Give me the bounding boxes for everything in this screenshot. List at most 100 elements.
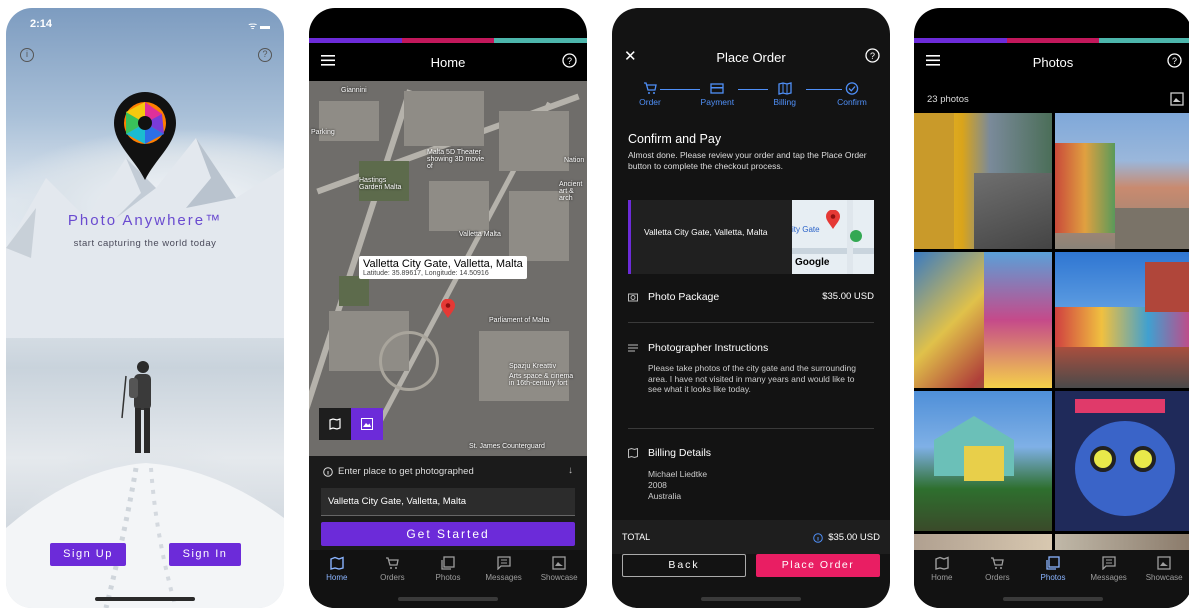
billing-label: Billing Details [648, 447, 712, 459]
photo-count: 23 photos [927, 94, 969, 105]
notes-icon [628, 344, 638, 352]
photos-icon [1046, 556, 1060, 570]
tab-home[interactable]: Home [915, 556, 969, 608]
map-icon [329, 418, 341, 430]
info-icon[interactable]: i [20, 48, 34, 62]
cart-icon [644, 82, 657, 94]
step-billing[interactable]: Billing [757, 82, 813, 116]
photo-thumbnail[interactable] [914, 113, 1052, 249]
photo-thumbnail[interactable] [914, 252, 1052, 388]
page-title: Home [430, 54, 466, 70]
info-icon[interactable] [813, 532, 824, 543]
svg-text:?: ? [870, 51, 875, 61]
section-intro: Almost done. Please review your order an… [628, 150, 867, 171]
checkout-stepper: Order Payment Billing Confirm [622, 82, 880, 116]
help-icon[interactable]: ? [1167, 53, 1182, 68]
message-icon [1101, 556, 1116, 570]
location-pin-icon[interactable] [441, 299, 455, 319]
map-label: Malta 5D Theater showing 3D movie of [427, 149, 485, 170]
tab-showcase[interactable]: Showcase [1137, 556, 1189, 608]
total-bar: TOTAL $35.00 USD [612, 520, 890, 554]
status-time: 2:14 [30, 18, 53, 30]
step-payment[interactable]: Payment [689, 82, 745, 116]
billing-postcode: 2008 [648, 480, 667, 490]
map-icon [628, 448, 638, 458]
home-indicator[interactable] [398, 597, 498, 601]
location-card: Valletta City Gate, Valletta, Malta ity … [628, 200, 874, 274]
satellite-view-button[interactable] [351, 408, 383, 440]
map-icon [935, 556, 949, 570]
menu-icon[interactable] [321, 54, 335, 66]
gallery-icon[interactable] [1170, 92, 1184, 106]
input-hint: Enter place to get photographed [338, 466, 474, 477]
map-label: Giannini [341, 87, 367, 94]
photo-anywhere-logo [114, 92, 176, 180]
map-label: Spazju Kreattiv [509, 363, 557, 370]
step-confirm[interactable]: Confirm [824, 82, 880, 116]
photo-thumbnail[interactable] [1054, 391, 1189, 531]
sign-up-button[interactable]: Sign Up [50, 543, 126, 566]
cart-icon [991, 557, 1005, 569]
map-icon [330, 556, 344, 570]
sign-in-button[interactable]: Sign In [169, 543, 241, 566]
image-icon [361, 418, 373, 430]
close-icon[interactable]: ✕ [624, 47, 637, 65]
map-label: Parking [311, 129, 335, 136]
map-view-button[interactable] [319, 408, 351, 440]
check-circle-icon [845, 82, 859, 95]
map-mode-toggle [319, 408, 383, 440]
map-icon [778, 82, 792, 95]
place-order-button[interactable]: Place Order [756, 554, 880, 577]
step-order[interactable]: Order [622, 82, 678, 116]
place-input[interactable]: Valletta City Gate, Valletta, Malta [321, 488, 575, 516]
top-bar: Home ? [309, 43, 587, 81]
help-icon[interactable]: ? [865, 48, 880, 63]
map-label: Parliament of Malta [489, 317, 550, 324]
billing-country: Australia [648, 491, 682, 501]
help-icon[interactable]: ? [258, 48, 272, 62]
photo-thumbnail[interactable] [1054, 113, 1189, 249]
get-started-button[interactable]: Get Started [321, 522, 575, 546]
back-button[interactable]: Back [622, 554, 746, 577]
satellite-map[interactable]: Giannini Parking Hastings Garden Malta M… [309, 81, 587, 456]
photo-thumbnail[interactable] [1054, 252, 1189, 388]
section-heading: Confirm and Pay [628, 132, 722, 146]
menu-icon[interactable] [926, 54, 940, 66]
tab-home[interactable]: Home [310, 556, 364, 608]
instructions-text: Please take photos of the city gate and … [648, 363, 856, 394]
credit-card-icon [710, 83, 724, 94]
google-logo: Google [795, 257, 830, 268]
map-label: Arts space & cinema in 16th-century fort [509, 373, 574, 387]
location-callout[interactable]: Valletta City Gate, Valletta, Malta Lati… [359, 256, 527, 279]
cart-icon [386, 557, 400, 569]
tab-showcase[interactable]: Showcase [532, 556, 586, 608]
hiker-figure [121, 361, 151, 453]
place-order-screen: ✕ Place Order ? Order Payment Billing Co… [612, 8, 890, 608]
collapse-icon[interactable]: ↓ [568, 465, 573, 476]
help-icon[interactable]: ? [562, 53, 577, 68]
splash-screen: 2:14 ᯤ ▬ i ? Photo Anywhere™ start captu… [6, 8, 284, 608]
map-label: Valletta Malta [459, 231, 501, 238]
message-icon [496, 556, 511, 570]
package-label: Photo Package [648, 291, 720, 303]
location-pin-icon [826, 210, 840, 229]
top-bar: ✕ Place Order ? [612, 38, 890, 76]
showcase-icon [552, 556, 566, 570]
status-icons: ᯤ ▬ [248, 21, 270, 32]
home-indicator[interactable] [701, 597, 801, 601]
brand-title: Photo Anywhere™ [67, 212, 223, 229]
showcase-icon [1157, 556, 1171, 570]
home-indicator[interactable] [1003, 597, 1103, 601]
map-label: Ancient art & arch [559, 181, 583, 202]
summit-snow [6, 463, 284, 608]
mini-map[interactable]: ity Gate Google [792, 200, 874, 274]
photo-thumbnail[interactable] [914, 391, 1052, 531]
page-title: Place Order [716, 49, 786, 65]
park-marker-icon [850, 230, 862, 242]
top-bar: Photos ? [914, 43, 1189, 81]
svg-text:?: ? [567, 56, 572, 66]
photos-icon [441, 556, 455, 570]
instructions-label: Photographer Instructions [648, 342, 769, 354]
photo-grid [914, 113, 1189, 559]
home-indicator[interactable] [95, 597, 195, 601]
